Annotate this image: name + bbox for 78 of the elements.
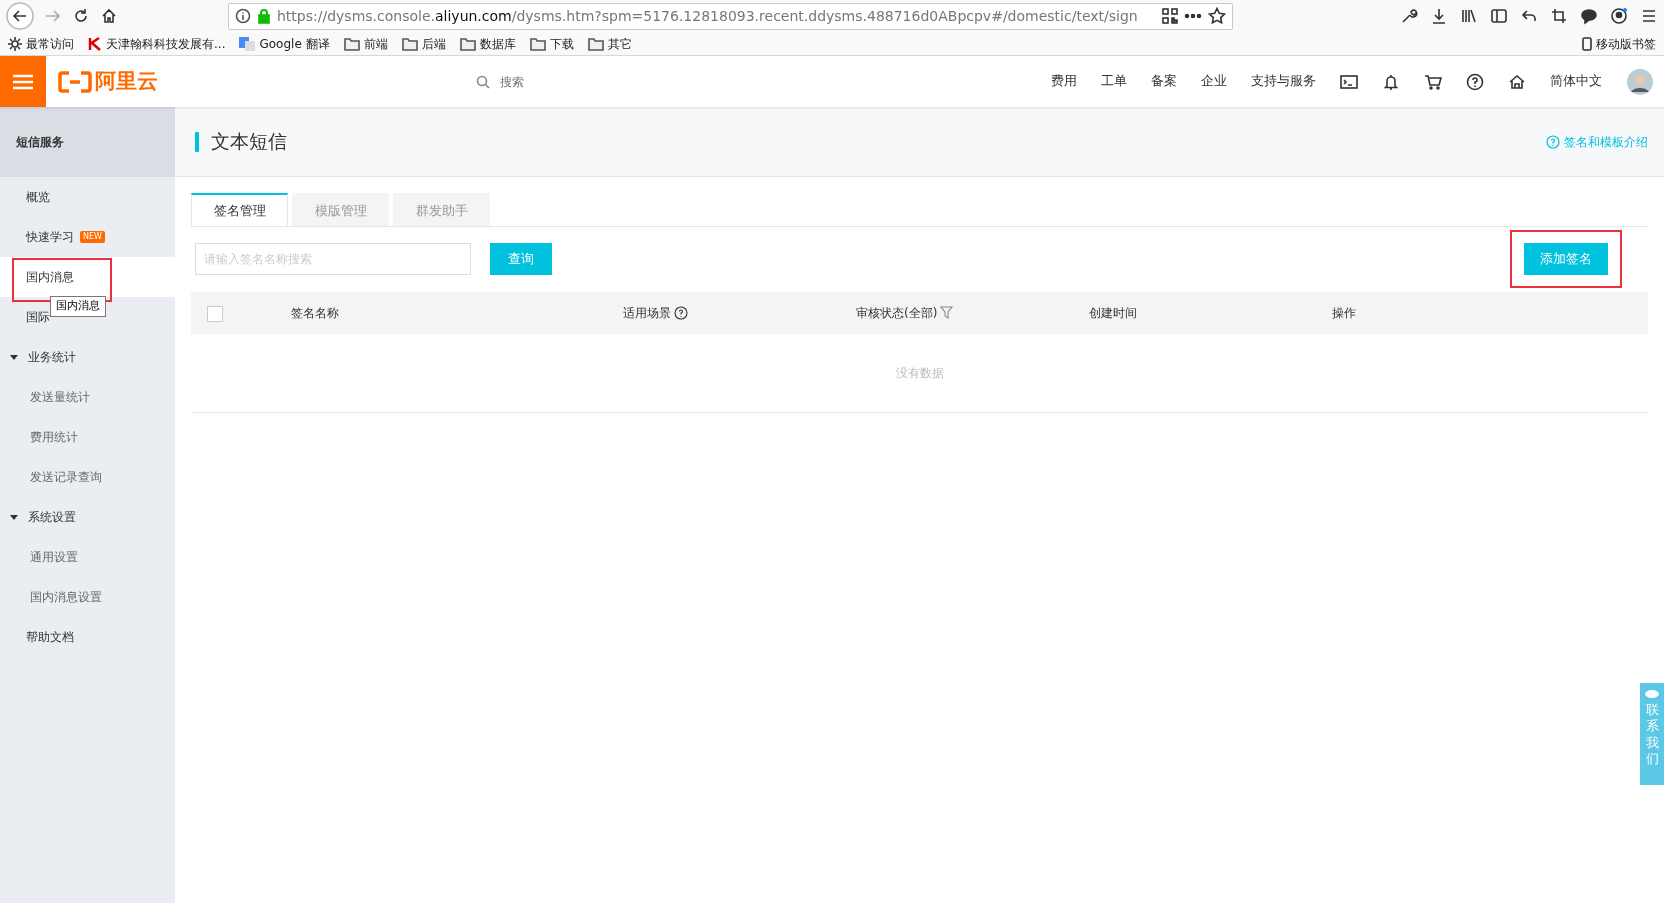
bookmark-link[interactable]: 移动版书签 — [1596, 34, 1656, 53]
column-header: 操作 — [1332, 305, 1356, 322]
sidebar-title: 短信服务 — [0, 107, 175, 177]
tooltip: 国内消息 — [50, 296, 106, 317]
page-title: 文本短信 — [211, 129, 287, 155]
folder-icon — [343, 36, 360, 51]
filter-icon[interactable] — [940, 306, 954, 320]
lock-icon — [257, 8, 271, 24]
sidebar-item[interactable]: 费用统计 — [0, 417, 175, 457]
terminal-icon[interactable] — [1340, 72, 1358, 91]
nav-link[interactable]: 支持与服务 — [1251, 72, 1316, 91]
bookmark-link[interactable]: Google 翻译 — [259, 34, 330, 53]
checkbox[interactable] — [207, 305, 223, 322]
sidebar-icon[interactable] — [1490, 7, 1508, 25]
sidebar-group[interactable]: 业务统计 — [0, 337, 175, 377]
site-logo-icon — [88, 36, 102, 51]
sidebar-item[interactable]: 快速学习 — [26, 228, 74, 246]
nav-link[interactable]: 工单 — [1101, 72, 1127, 91]
menu-icon[interactable] — [1640, 7, 1658, 25]
avatar-icon[interactable] — [1626, 67, 1654, 96]
bookmark-link[interactable]: 其它 — [607, 34, 632, 53]
star-icon[interactable] — [1208, 7, 1226, 25]
language-link[interactable]: 简体中文 — [1550, 72, 1602, 91]
sidebar-group[interactable]: 系统设置 — [0, 497, 175, 537]
tab[interactable]: 签名管理 — [191, 193, 288, 226]
help-icon[interactable] — [1466, 72, 1484, 91]
sidebar-item[interactable]: 国内消息设置 — [0, 577, 175, 617]
back-icon[interactable] — [6, 2, 34, 30]
sidebar-item[interactable]: 国内消息 — [26, 268, 74, 286]
chat-bubble-icon[interactable] — [1580, 7, 1598, 25]
bookmark-link[interactable]: 数据库 — [479, 34, 516, 53]
cart-icon[interactable] — [1424, 72, 1442, 91]
home-icon[interactable] — [1508, 72, 1526, 91]
column-header: 创建时间 — [1089, 305, 1137, 322]
qr-code-icon[interactable] — [1162, 8, 1178, 24]
sidebar-item[interactable]: 帮助文档 — [26, 628, 74, 646]
search-icon — [476, 74, 490, 89]
folder-icon — [401, 36, 418, 51]
new-badge: NEW — [80, 231, 105, 243]
download-icon[interactable] — [1430, 7, 1448, 25]
column-header: 适用场景 — [623, 305, 671, 322]
bookmark-link[interactable]: 前端 — [363, 34, 388, 53]
bell-icon[interactable] — [1382, 72, 1400, 91]
folder-icon — [587, 36, 604, 51]
help-icon — [1546, 134, 1560, 149]
folder-icon — [529, 36, 546, 51]
sidebar-item[interactable]: 概览 — [26, 188, 50, 206]
sidebar-item[interactable]: 发送记录查询 — [0, 457, 175, 497]
bookmark-link[interactable]: 下载 — [549, 34, 574, 53]
menu-icon — [12, 72, 34, 91]
empty-message: 没有数据 — [895, 365, 944, 380]
menu-button[interactable] — [0, 56, 46, 107]
reload-icon[interactable] — [72, 7, 90, 25]
logo-icon — [58, 70, 92, 93]
library-icon[interactable] — [1460, 7, 1478, 25]
title-accent-bar — [195, 131, 199, 152]
phone-icon — [1582, 36, 1592, 51]
sidebar-item[interactable]: 发送量统计 — [0, 377, 175, 417]
sidebar-item[interactable]: 通用设置 — [0, 537, 175, 577]
bookmark-link[interactable]: 后端 — [421, 34, 446, 53]
column-header: 审核状态(全部) — [856, 305, 938, 322]
bookmark-link[interactable]: 最常访问 — [26, 34, 74, 53]
nav-link[interactable]: 费用 — [1051, 72, 1077, 91]
nav-link[interactable]: 企业 — [1201, 72, 1227, 91]
info-icon — [235, 8, 251, 24]
translate-icon — [239, 36, 256, 51]
logo-text: 阿里云 — [95, 67, 158, 95]
url-field[interactable]: https://dysms.console.aliyun.com/dysms.htm?spm=5176.12818093.recent.ddysms.488716d0ABpcpv#/domestic/text/sign — [228, 2, 1233, 30]
folder-icon — [459, 36, 476, 51]
sidebar-item[interactable]: 国际 — [26, 308, 50, 326]
column-header: 签名名称 — [291, 305, 339, 322]
url-text: https://dysms.console.aliyun.com/dysms.htm?spm=5176.12818093.recent.ddysms.488716d0ABpcpv#/domestic/text/sign — [277, 6, 1139, 26]
nav-link[interactable]: 备案 — [1151, 72, 1177, 91]
gear-icon — [8, 36, 22, 51]
home-icon[interactable] — [100, 7, 118, 25]
bookmark-link[interactable]: 天津翰科科技发展有... — [106, 34, 226, 53]
crop-icon[interactable] — [1550, 7, 1568, 25]
help-icon[interactable] — [674, 306, 688, 320]
